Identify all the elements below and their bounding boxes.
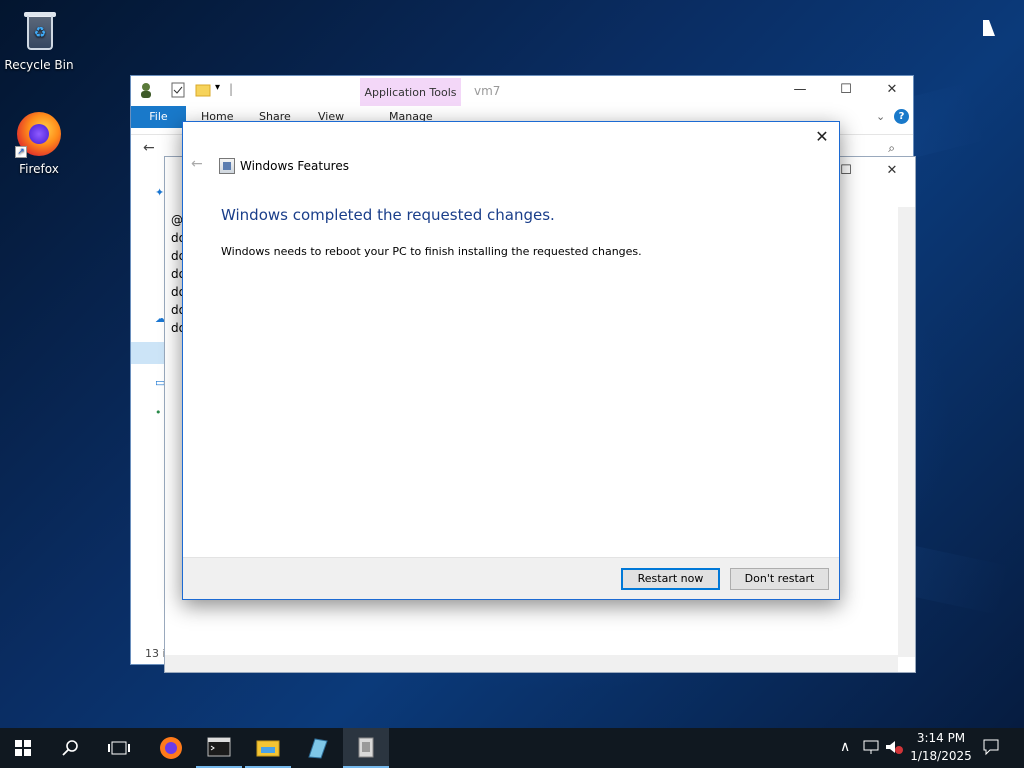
taskbar-file-explorer[interactable] [245,728,291,768]
desktop-icon-label: Recycle Bin [4,58,74,72]
status-bar-item-count: 13 i [145,647,166,660]
windows-features-icon [358,737,374,758]
desktop: ♻ Recycle Bin ↗ Firefox ▾ | Application … [0,0,1024,728]
dialog-close-button[interactable]: ✕ [811,126,833,148]
recycle-bin-icon: ♻ [15,6,63,54]
horizontal-scrollbar[interactable] [165,655,898,672]
customize-toolbar-icon[interactable]: ▾ [215,82,220,98]
quick-access-icon[interactable]: ✦ [155,186,164,199]
new-folder-icon[interactable] [195,82,211,98]
taskbar-app[interactable] [294,728,340,768]
desktop-icon-recycle-bin[interactable]: ♻ Recycle Bin [1,6,77,72]
folder-icon [256,740,280,757]
properties-icon[interactable] [171,82,185,98]
help-icon[interactable]: ? [894,109,909,124]
minimize-button[interactable]: — [777,76,823,104]
back-arrow-icon[interactable]: ← [191,156,203,172]
restart-now-button[interactable]: Restart now [621,568,720,590]
desktop-icon-firefox[interactable]: ↗ Firefox [1,110,77,176]
explorer-titlebar: ▾ | Application Tools vm7 — ☐ ✕ [131,76,915,108]
network-icon[interactable] [862,739,880,758]
user-icon [139,82,153,98]
mouse-pointer-icon [983,20,995,36]
taskbar-terminal[interactable] [196,728,242,768]
notepad-icon [308,738,328,759]
dialog-heading: Windows completed the requested changes. [221,206,555,224]
search-icon [62,740,78,756]
windows-features-dialog: ✕ ← Windows Features Windows completed t… [182,121,840,600]
taskbar-windows-features[interactable] [343,728,389,768]
vertical-scrollbar[interactable] [898,207,915,657]
window-title: vm7 [474,84,501,98]
taskbar-firefox[interactable] [148,728,194,768]
tab-file[interactable]: File [131,106,186,128]
dialog-message: Windows needs to reboot your PC to finis… [221,245,642,258]
taskbar: ∧ 3:14 PM 1/18/2025 [0,728,1024,768]
expand-ribbon-icon[interactable]: ⌄ [876,110,885,123]
search-button[interactable] [48,728,94,768]
shortcut-arrow-icon: ↗ [15,146,27,158]
selected-nav-item[interactable] [131,342,165,364]
toolbar-divider: | [229,82,234,96]
dialog-footer: Restart now Don't restart [183,557,839,599]
search-icon[interactable]: ⌕ [888,141,895,156]
firefox-icon: ↗ [15,110,63,158]
volume-muted-icon[interactable] [884,739,904,758]
clock-time[interactable]: 3:14 PM [910,731,972,745]
windows-features-icon [219,158,235,174]
show-hidden-icons-chevron-icon[interactable]: ∧ [840,739,850,755]
back-arrow-icon[interactable]: ← [143,140,155,156]
start-button[interactable] [0,728,46,768]
windows-logo-icon [15,740,31,756]
task-view-button[interactable] [96,728,142,768]
close-button[interactable]: ✕ [869,157,915,185]
dont-restart-button[interactable]: Don't restart [730,568,829,590]
task-view-icon [108,741,130,755]
terminal-icon [207,737,231,757]
desktop-icon-label: Firefox [19,162,59,176]
action-center-icon[interactable] [982,738,1000,759]
tab-application-tools[interactable]: Application Tools [360,78,461,108]
dialog-app-title: Windows Features [240,159,349,173]
clock-date[interactable]: 1/18/2025 [910,749,972,763]
maximize-button[interactable]: ☐ [823,76,869,104]
firefox-icon [160,737,182,759]
close-button[interactable]: ✕ [869,76,915,104]
homegroup-icon[interactable]: • [155,406,162,419]
